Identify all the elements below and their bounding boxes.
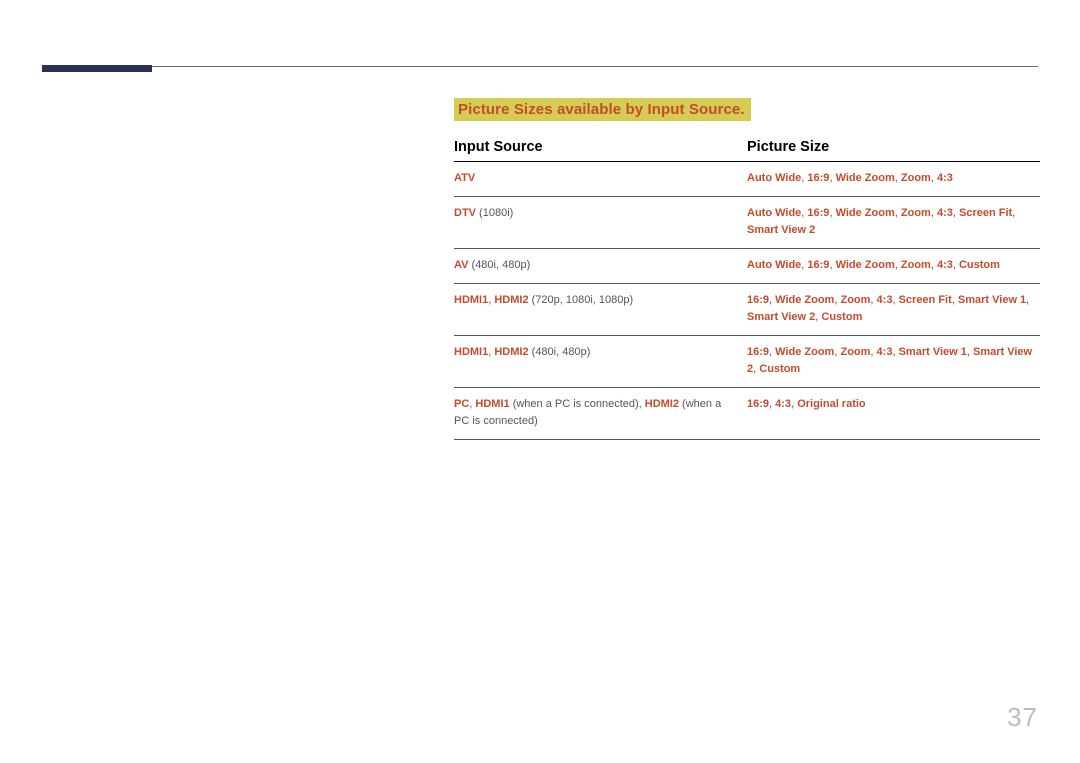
plain-text: (when a PC is connected), xyxy=(510,398,645,410)
top-horizontal-rule xyxy=(42,66,1038,67)
highlight-term: 4:3 xyxy=(775,398,791,410)
cell-picture-size: Auto Wide, 16:9, Wide Zoom, Zoom, 4:3, S… xyxy=(747,205,1040,239)
highlight-term: HDMI1 xyxy=(454,294,488,306)
highlight-term: 16:9 xyxy=(747,294,769,306)
picture-size-table: Input Source Picture Size ATV Auto Wide, … xyxy=(454,139,1040,440)
table-row: HDMI1, HDMI2 (720p, 1080i, 1080p)16:9, W… xyxy=(454,284,1040,336)
highlight-term: Original ratio xyxy=(797,398,865,410)
highlight-term: Smart View 2 xyxy=(747,311,815,323)
highlight-term: Smart View 2 xyxy=(747,224,815,236)
highlight-term: Smart View 1 xyxy=(958,294,1026,306)
highlight-term: HDMI1 xyxy=(454,346,488,358)
table-row: PC, HDMI1 (when a PC is connected), HDMI… xyxy=(454,388,1040,440)
cell-input-source: ATV xyxy=(454,170,747,187)
plain-text: , xyxy=(1026,294,1029,306)
table-row: DTV (1080i)Auto Wide, 16:9, Wide Zoom, Z… xyxy=(454,197,1040,249)
highlight-term: Auto Wide xyxy=(747,172,801,184)
highlight-term: HDMI1 xyxy=(475,398,509,410)
table-body: ATV Auto Wide, 16:9, Wide Zoom, Zoom, 4:3… xyxy=(454,162,1040,440)
cell-picture-size: 16:9, Wide Zoom, Zoom, 4:3, Smart View 1… xyxy=(747,344,1040,378)
table-header-row: Input Source Picture Size xyxy=(454,139,1040,162)
highlight-term: HDMI2 xyxy=(494,346,528,358)
cell-input-source: HDMI1, HDMI2 (480i, 480p) xyxy=(454,344,747,378)
plain-text: (480i, 480p) xyxy=(529,346,591,358)
highlight-term: Custom xyxy=(821,311,862,323)
highlight-term: Wide Zoom xyxy=(836,172,895,184)
highlight-term: Auto Wide xyxy=(747,207,801,219)
cell-input-source: AV (480i, 480p) xyxy=(454,257,747,274)
highlight-term: 16:9 xyxy=(747,346,769,358)
page-number: 37 xyxy=(1007,702,1038,733)
top-accent-bar xyxy=(42,65,152,72)
highlight-term: Screen Fit xyxy=(959,207,1012,219)
highlight-term: DTV xyxy=(454,207,476,219)
highlight-term: Custom xyxy=(759,363,800,375)
highlight-term: Wide Zoom xyxy=(836,259,895,271)
highlight-term: Zoom xyxy=(901,259,931,271)
highlight-term: 4:3 xyxy=(937,207,953,219)
highlight-term: PC xyxy=(454,398,469,410)
highlight-term: Wide Zoom xyxy=(775,294,834,306)
highlight-term: Zoom xyxy=(901,207,931,219)
plain-text: (1080i) xyxy=(476,207,513,219)
cell-input-source: HDMI1, HDMI2 (720p, 1080i, 1080p) xyxy=(454,292,747,326)
table-row: AV (480i, 480p)Auto Wide, 16:9, Wide Zoo… xyxy=(454,249,1040,284)
highlight-term: 4:3 xyxy=(877,346,893,358)
content-area: Picture Sizes available by Input Source.… xyxy=(454,98,1040,440)
highlight-term: Zoom xyxy=(901,172,931,184)
highlight-term: Smart View 1 xyxy=(899,346,967,358)
highlight-term: 16:9 xyxy=(807,207,829,219)
highlight-term: 4:3 xyxy=(937,172,953,184)
highlight-term: 16:9 xyxy=(807,172,829,184)
highlight-term: Zoom xyxy=(840,346,870,358)
table-row: HDMI1, HDMI2 (480i, 480p)16:9, Wide Zoom… xyxy=(454,336,1040,388)
cell-picture-size: 16:9, 4:3, Original ratio xyxy=(747,396,1040,430)
header-picture-size: Picture Size xyxy=(747,139,1040,155)
cell-input-source: PC, HDMI1 (when a PC is connected), HDMI… xyxy=(454,396,747,430)
highlight-term: ATV xyxy=(454,172,475,184)
highlight-term: 16:9 xyxy=(807,259,829,271)
highlight-term: 16:9 xyxy=(747,398,769,410)
cell-picture-size: Auto Wide, 16:9, Wide Zoom, Zoom, 4:3 xyxy=(747,170,1040,187)
highlight-term: Zoom xyxy=(840,294,870,306)
highlight-term: 4:3 xyxy=(937,259,953,271)
cell-input-source: DTV (1080i) xyxy=(454,205,747,239)
section-title: Picture Sizes available by Input Source. xyxy=(454,98,751,121)
plain-text: (480i, 480p) xyxy=(468,259,530,271)
cell-picture-size: 16:9, Wide Zoom, Zoom, 4:3, Screen Fit, … xyxy=(747,292,1040,326)
header-input-source: Input Source xyxy=(454,139,747,155)
highlight-term: Wide Zoom xyxy=(836,207,895,219)
highlight-term: HDMI2 xyxy=(494,294,528,306)
highlight-term: AV xyxy=(454,259,468,271)
plain-text: (720p, 1080i, 1080p) xyxy=(529,294,634,306)
highlight-term: Custom xyxy=(959,259,1000,271)
plain-text: , xyxy=(1012,207,1015,219)
highlight-term: Auto Wide xyxy=(747,259,801,271)
highlight-term: 4:3 xyxy=(877,294,893,306)
highlight-term: Wide Zoom xyxy=(775,346,834,358)
table-row: ATV Auto Wide, 16:9, Wide Zoom, Zoom, 4:3 xyxy=(454,162,1040,197)
highlight-term: Screen Fit xyxy=(899,294,952,306)
cell-picture-size: Auto Wide, 16:9, Wide Zoom, Zoom, 4:3, C… xyxy=(747,257,1040,274)
highlight-term: HDMI2 xyxy=(645,398,679,410)
